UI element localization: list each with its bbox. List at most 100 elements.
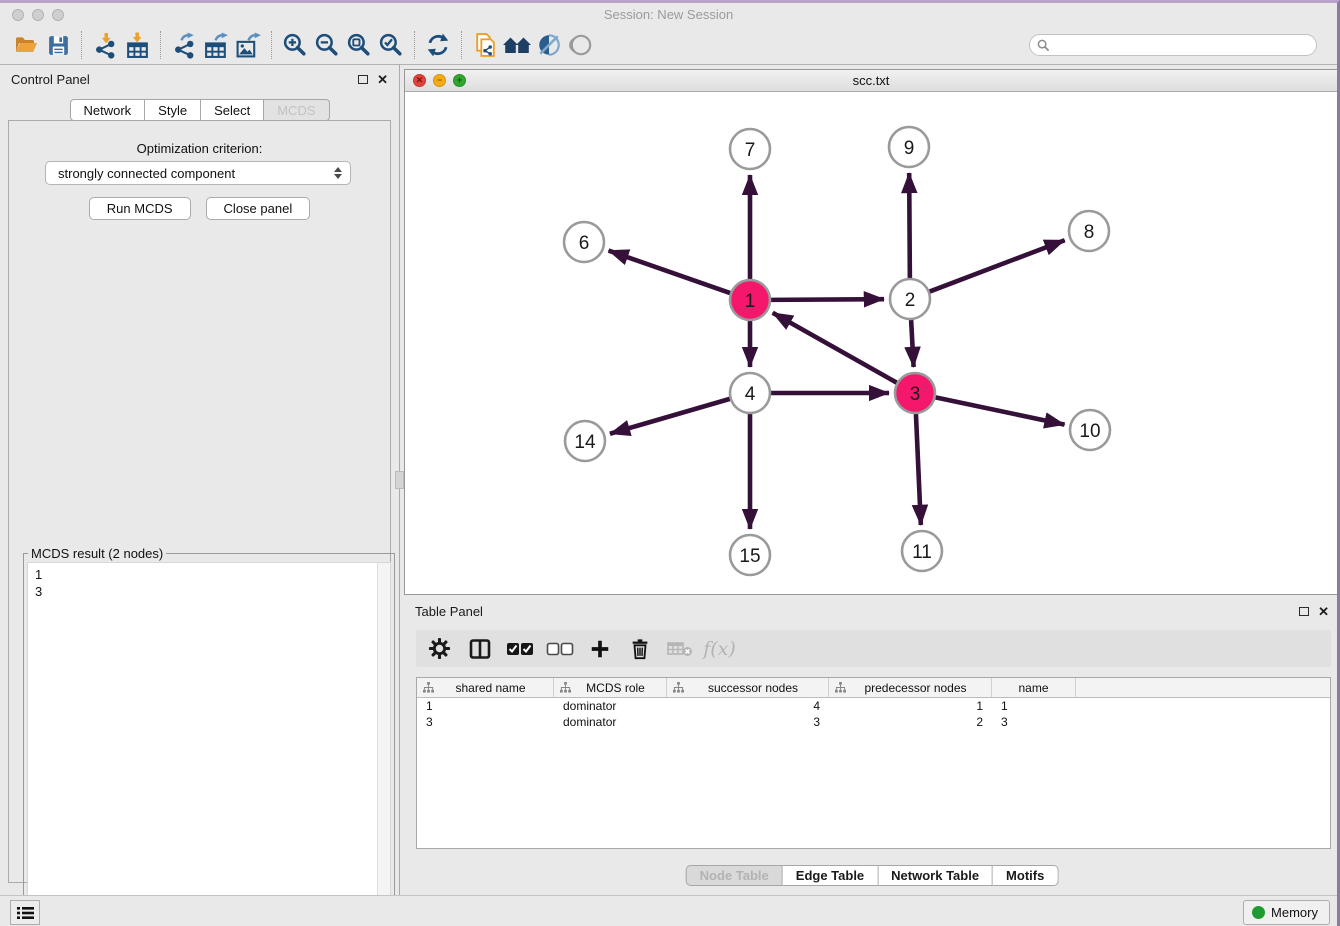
result-scrollbar[interactable] [377, 563, 390, 926]
zoom-fit-icon[interactable] [343, 29, 375, 61]
tab-node-table[interactable]: Node Table [686, 865, 783, 886]
tab-network[interactable]: Network [69, 99, 145, 121]
table-cell[interactable]: 1 [829, 698, 992, 714]
application-window: Session: New Session [0, 0, 1340, 926]
refresh-layout-icon[interactable] [422, 29, 454, 61]
tab-mcds[interactable]: MCDS [264, 99, 329, 121]
share-session-icon[interactable] [469, 29, 501, 61]
selected-criterion: strongly connected component [58, 166, 334, 181]
search-input[interactable] [1054, 38, 1316, 52]
tab-network-table[interactable]: Network Table [878, 865, 993, 886]
export-table-icon[interactable] [200, 29, 232, 61]
mcds-panel: Optimization criterion: strongly connect… [8, 120, 391, 883]
node-label-2: 2 [905, 290, 916, 311]
deselect-all-columns-icon[interactable] [545, 634, 574, 663]
node-label-8: 8 [1084, 222, 1095, 243]
node-label-11: 11 [912, 542, 932, 563]
float-panel-icon[interactable] [358, 75, 368, 84]
function-builder-icon: f(x) [705, 634, 734, 663]
edge-4-14[interactable] [610, 399, 730, 434]
table-row[interactable]: 3dominator323 [417, 714, 1330, 730]
edge-2-9[interactable] [909, 173, 910, 278]
node-label-15: 15 [739, 546, 760, 567]
table-cell[interactable]: dominator [554, 698, 667, 714]
zoom-in-icon[interactable] [279, 29, 311, 61]
zoom-selected-icon[interactable] [375, 29, 407, 61]
delete-row-icon[interactable] [625, 634, 654, 663]
network-canvas[interactable]: 7968124314101511 [405, 92, 1337, 594]
open-session-icon[interactable] [10, 29, 42, 61]
control-panel: Control Panel ✕ NetworkStyleSelectMCDS O… [0, 65, 400, 895]
add-row-icon[interactable] [585, 634, 614, 663]
edge-3-11[interactable] [916, 414, 921, 525]
column-label: shared name [434, 681, 553, 695]
edge-1-6[interactable] [609, 251, 731, 293]
hierarchy-icon [560, 682, 571, 693]
table-cell[interactable]: 3 [992, 714, 1076, 730]
table-cell[interactable]: 2 [829, 714, 992, 730]
table-cell[interactable]: 4 [667, 698, 829, 714]
table-cell[interactable]: 1 [417, 698, 554, 714]
zoom-out-icon[interactable] [311, 29, 343, 61]
table-settings-icon[interactable] [425, 634, 454, 663]
network-title: scc.txt [405, 73, 1337, 88]
table-toolbar: f(x) [416, 630, 1331, 667]
mcds-result-list[interactable]: 13 [27, 562, 391, 926]
home-icon[interactable] [501, 29, 533, 61]
toolbar-separator [271, 31, 272, 59]
table-cell[interactable]: dominator [554, 714, 667, 730]
table-cell[interactable]: 1 [992, 698, 1076, 714]
node-label-4: 4 [745, 384, 756, 405]
main-titlebar: Session: New Session [0, 3, 1337, 26]
column-header-shared-name[interactable]: shared name [417, 678, 554, 697]
close-panel-icon[interactable]: ✕ [377, 73, 388, 86]
export-image-icon[interactable] [232, 29, 264, 61]
export-network-icon[interactable] [168, 29, 200, 61]
column-header-name[interactable]: name [992, 678, 1076, 697]
column-header-MCDS-role[interactable]: MCDS role [554, 678, 667, 697]
vizmapper-icon[interactable] [533, 29, 565, 61]
panel-divider-grip[interactable] [395, 471, 404, 489]
memory-button[interactable]: Memory [1243, 900, 1330, 925]
import-network-icon[interactable] [89, 29, 121, 61]
edge-2-3[interactable] [911, 320, 914, 367]
select-all-columns-icon[interactable] [505, 634, 534, 663]
table-panel-tabs: Node TableEdge TableNetwork TableMotifs [686, 865, 1059, 886]
dropdown-stepper-icon [334, 167, 342, 179]
tab-motifs[interactable]: Motifs [993, 865, 1058, 886]
tab-edge-table[interactable]: Edge Table [783, 865, 878, 886]
table-cell[interactable]: 3 [667, 714, 829, 730]
control-panel-title: Control Panel [11, 72, 90, 87]
edge-2-8[interactable] [930, 240, 1065, 291]
close-table-panel-icon[interactable]: ✕ [1318, 605, 1329, 618]
column-header-successor-nodes[interactable]: successor nodes [667, 678, 829, 697]
edge-1-2[interactable] [771, 299, 884, 300]
table-row[interactable]: 1dominator411 [417, 698, 1330, 714]
optimization-criterion-label: Optimization criterion: [9, 141, 390, 156]
tab-style[interactable]: Style [145, 99, 201, 121]
node-label-3: 3 [910, 384, 921, 405]
import-table-icon[interactable] [121, 29, 153, 61]
float-table-panel-icon[interactable] [1299, 607, 1309, 616]
edge-3-1[interactable] [773, 313, 897, 383]
delete-table-icon [665, 634, 694, 663]
task-history-button[interactable] [10, 900, 40, 925]
node-table-header[interactable]: shared nameMCDS role successor nodesprede… [417, 678, 1330, 698]
table-panel-title: Table Panel [415, 604, 483, 619]
save-session-icon[interactable] [42, 29, 74, 61]
search-field[interactable] [1029, 34, 1317, 56]
tab-select[interactable]: Select [201, 99, 264, 121]
table-cell[interactable]: 3 [417, 714, 554, 730]
close-panel-button[interactable]: Close panel [206, 197, 311, 220]
column-label: successor nodes [684, 681, 828, 695]
edge-3-10[interactable] [936, 397, 1065, 424]
split-columns-icon[interactable] [465, 634, 494, 663]
node-table[interactable]: shared nameMCDS role successor nodesprede… [416, 677, 1331, 849]
network-window-titlebar[interactable]: ✕ − + scc.txt [405, 70, 1337, 92]
network-graph[interactable]: 7968124314101511 [405, 92, 1337, 594]
column-label: name [998, 681, 1075, 695]
column-header-predecessor-nodes[interactable]: predecessor nodes [829, 678, 992, 697]
hide-panel-eye-icon[interactable] [565, 29, 597, 61]
optimization-criterion-select[interactable]: strongly connected component [45, 161, 351, 185]
run-mcds-button[interactable]: Run MCDS [89, 197, 191, 220]
